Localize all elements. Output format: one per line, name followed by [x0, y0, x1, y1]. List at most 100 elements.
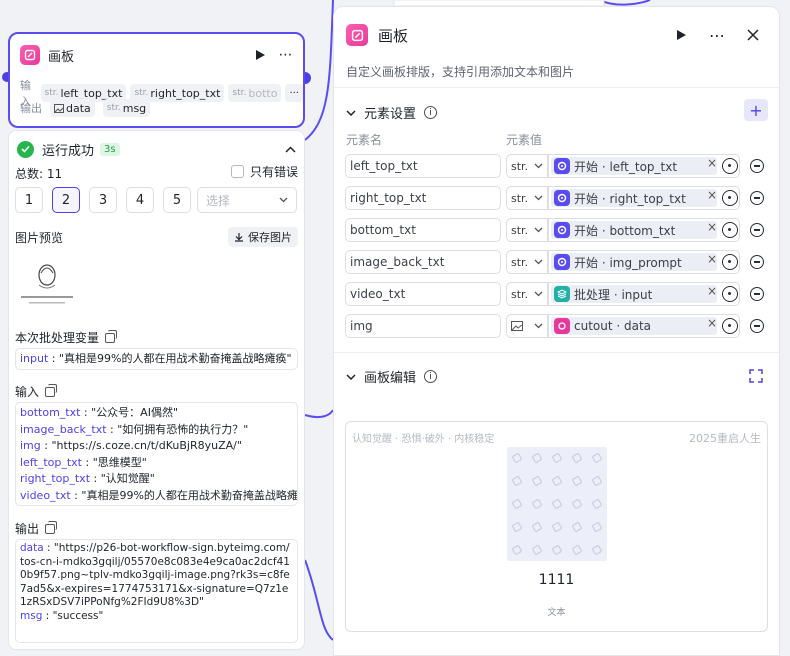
target-icon[interactable] — [722, 190, 738, 206]
image-icon — [54, 103, 64, 113]
collapse-chevron-icon[interactable] — [285, 142, 296, 156]
batch-pagination: 1 2 3 4 5 — [15, 187, 191, 213]
element-row: image_back_txt str. 开始 · img_prompt × — [345, 250, 770, 274]
only-errors-checkbox[interactable]: 只有错误 — [230, 163, 298, 180]
more-inputs-button[interactable]: ··· — [285, 84, 303, 102]
more-icon[interactable]: ⋯ — [705, 23, 729, 47]
batch-select[interactable]: 选择 — [197, 187, 297, 213]
output-label: 输出 — [20, 102, 42, 115]
clear-reference-icon[interactable]: × — [707, 316, 717, 330]
save-image-button[interactable]: 保存图片 — [228, 227, 298, 247]
canvas-app-icon — [346, 24, 368, 46]
clear-reference-icon[interactable]: × — [707, 220, 717, 234]
canvas-number-text[interactable]: 1111 — [346, 572, 767, 588]
element-row: bottom_txt str. 开始 · bottom_txt × — [345, 218, 770, 242]
element-value-field[interactable]: cutout · data × — [548, 314, 740, 338]
target-icon[interactable] — [722, 318, 738, 334]
run-icon[interactable] — [669, 23, 693, 47]
page-button-active[interactable]: 2 — [52, 187, 80, 213]
clear-reference-icon[interactable]: × — [707, 188, 717, 202]
element-name-input[interactable]: left_top_txt — [345, 154, 501, 178]
run-node-icon[interactable] — [251, 46, 269, 64]
close-icon[interactable] — [741, 23, 765, 47]
inputs-label: 输入 — [15, 383, 58, 400]
run-time-badge: 3s — [100, 142, 120, 156]
chevron-down-icon — [346, 373, 356, 380]
image-preview-label: 图片预览 — [15, 231, 64, 245]
reference-chip: cutout · data — [551, 317, 717, 335]
canvas-app-icon — [20, 45, 40, 65]
remove-element-icon[interactable] — [750, 287, 764, 301]
add-element-button[interactable]: + — [744, 99, 768, 121]
chevron-down-icon — [346, 109, 356, 116]
checkbox-icon[interactable] — [230, 165, 244, 178]
input-chip: str. botto — [228, 84, 282, 102]
clear-reference-icon[interactable]: × — [707, 156, 717, 170]
info-icon[interactable]: i — [424, 106, 438, 119]
element-name-input[interactable]: image_back_txt — [345, 250, 501, 274]
remove-element-icon[interactable] — [750, 255, 764, 269]
copy-icon[interactable] — [45, 520, 58, 534]
type-select[interactable]: str. — [506, 282, 548, 306]
chevron-down-icon — [534, 323, 543, 329]
chevron-down-icon — [534, 227, 543, 233]
canvas-edit-section-header[interactable]: 画板编辑 i — [346, 367, 438, 386]
copy-icon[interactable] — [105, 329, 118, 343]
col-header-name: 元素名 — [346, 133, 383, 147]
canvas-left-top-text[interactable]: 认知觉醒 · 恐惧·破外 · 内核稳定 — [352, 430, 494, 445]
remove-element-icon[interactable] — [750, 319, 764, 333]
copy-icon[interactable] — [45, 383, 58, 397]
info-icon[interactable]: i — [424, 370, 438, 383]
canvas-editor[interactable]: 认知觉醒 · 恐惧·破外 · 内核稳定 2025重启人生 1111 文本 — [345, 421, 768, 632]
page-button[interactable]: 1 — [15, 187, 43, 213]
clear-reference-icon[interactable]: × — [707, 284, 717, 298]
more-icon[interactable]: ⋯ — [277, 46, 295, 64]
type-select[interactable]: str. — [506, 154, 548, 178]
page-button[interactable]: 5 — [163, 187, 191, 213]
reference-chip: 开始 · left_top_txt — [551, 157, 717, 175]
element-name-input[interactable]: video_txt — [345, 282, 501, 306]
start-icon — [554, 190, 570, 206]
remove-element-icon[interactable] — [750, 159, 764, 173]
type-select[interactable]: str. — [506, 218, 548, 242]
cutout-icon — [554, 318, 570, 334]
clear-reference-icon[interactable]: × — [707, 252, 717, 266]
canvas-node-card[interactable]: 画板 ⋯ 输入 str. left_top_txt str. right_top_t… — [8, 32, 305, 128]
element-name-input[interactable]: bottom_txt — [345, 218, 501, 242]
canvas-image-placeholder[interactable] — [507, 447, 607, 561]
batch-variables-box: input : "真相是99%的人都在用战术勤奋掩盖战略瘫痪" — [15, 348, 298, 370]
element-value-field[interactable]: 开始 · right_top_txt × — [548, 186, 740, 210]
canvas-right-top-text[interactable]: 2025重启人生 — [689, 430, 761, 446]
element-name-input[interactable]: img — [345, 314, 501, 338]
canvas-text-element[interactable]: 文本 — [346, 605, 767, 618]
col-header-value: 元素值 — [506, 133, 543, 147]
element-value-field[interactable]: 批处理 · input × — [548, 282, 740, 306]
element-row: left_top_txt str. 开始 · left_top_txt × — [345, 154, 770, 178]
chevron-down-icon — [279, 197, 288, 203]
remove-element-icon[interactable] — [750, 191, 764, 205]
node-settings-panel: 画板 ⋯ 自定义画板排版，支持引用添加文本和图片 元素设置 i + 元素名 元素… — [333, 6, 780, 656]
element-value-field[interactable]: 开始 · bottom_txt × — [548, 218, 740, 242]
download-icon — [235, 233, 243, 242]
start-icon — [554, 158, 570, 174]
chevron-down-icon — [534, 195, 543, 201]
image-preview-thumbnail[interactable] — [15, 255, 79, 319]
element-value-field[interactable]: 开始 · img_prompt × — [548, 250, 740, 274]
remove-element-icon[interactable] — [750, 223, 764, 237]
node-title: 画板 — [48, 49, 75, 65]
type-select[interactable]: str. — [506, 186, 548, 210]
elements-section-header[interactable]: 元素设置 i — [346, 103, 438, 122]
element-name-input[interactable]: right_top_txt — [345, 186, 501, 210]
target-icon[interactable] — [722, 222, 738, 238]
type-select[interactable]: str. — [506, 250, 548, 274]
type-select[interactable] — [506, 314, 548, 338]
outputs-label: 输出 — [15, 520, 58, 537]
target-icon[interactable] — [722, 254, 738, 270]
target-icon[interactable] — [722, 158, 738, 174]
page-button[interactable]: 4 — [126, 187, 154, 213]
start-icon — [554, 222, 570, 238]
fullscreen-icon[interactable] — [749, 369, 763, 383]
target-icon[interactable] — [722, 286, 738, 302]
element-value-field[interactable]: 开始 · left_top_txt × — [548, 154, 740, 178]
page-button[interactable]: 3 — [89, 187, 117, 213]
